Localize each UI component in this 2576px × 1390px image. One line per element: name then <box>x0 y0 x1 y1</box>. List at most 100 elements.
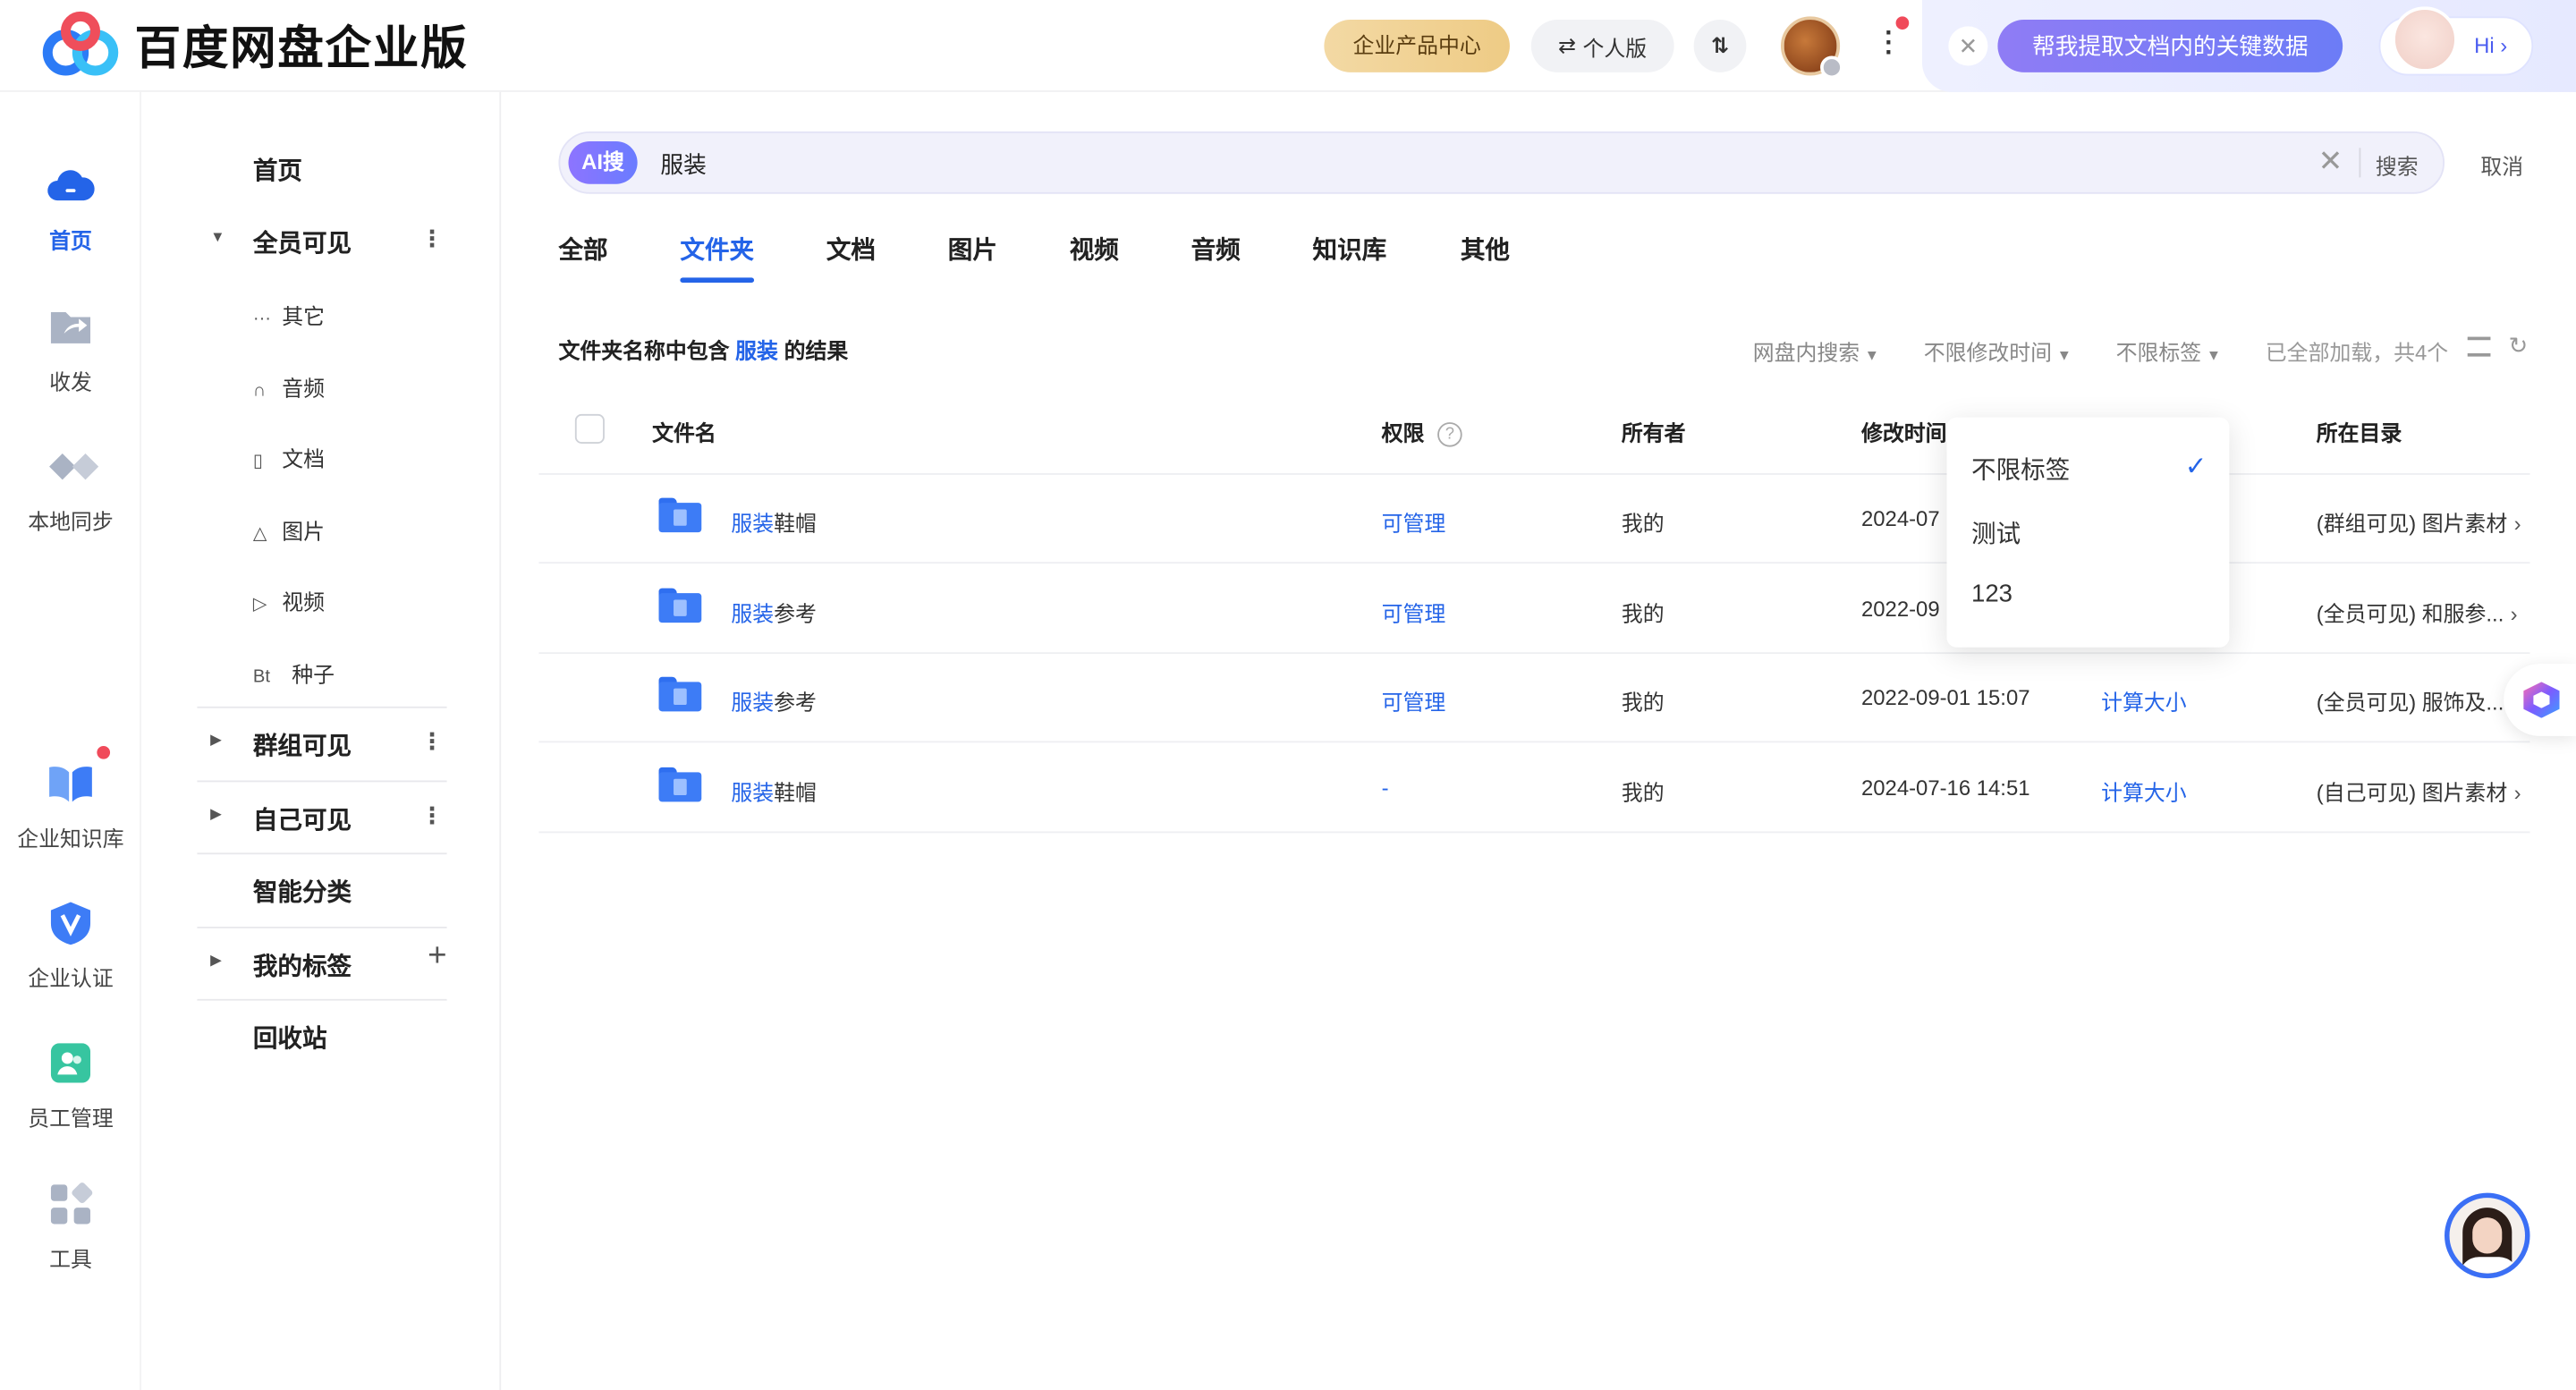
rail-item-verify[interactable]: 企业认证 <box>0 899 141 993</box>
tree-item-recycle[interactable]: 回收站 <box>197 998 447 1072</box>
column-header-name[interactable]: 文件名 <box>652 416 716 447</box>
more-vertical-icon[interactable]: · · · <box>1883 21 1896 66</box>
folder-icon <box>658 497 702 533</box>
notification-dot <box>97 745 111 759</box>
tab-knowledge[interactable]: 知识库 <box>1313 232 1387 267</box>
tree-item-self-visible[interactable]: ▶ 自己可见 ⋮ <box>197 780 447 853</box>
staff-icon <box>46 1038 95 1088</box>
file-name[interactable]: 服装参考 <box>731 685 817 716</box>
customer-service-avatar[interactable] <box>2445 1192 2530 1279</box>
user-avatar[interactable] <box>1780 16 1843 80</box>
chevron-right-icon: › <box>2510 601 2518 626</box>
chevron-right-icon: › <box>2513 780 2521 806</box>
dropdown-option-123[interactable]: 123 <box>1971 580 2012 607</box>
select-all-checkbox[interactable] <box>574 413 605 444</box>
baidu-netdisk-logo[interactable] <box>39 10 122 79</box>
folder-icon <box>658 676 702 712</box>
tree-subitem-doc[interactable]: ▯ 文档 <box>253 442 450 473</box>
tree-subitem-torrent[interactable]: Bt 种子 <box>253 657 450 689</box>
more-vertical-icon[interactable]: ⋮ <box>420 801 444 829</box>
tree-subitem-other[interactable]: ··· 其它 <box>253 299 450 330</box>
tree-item-all-visible[interactable]: ▼ 全员可见 ⋮ <box>197 206 446 278</box>
ai-search-badge[interactable]: AI搜 <box>568 140 638 184</box>
tab-all[interactable]: 全部 <box>558 232 607 267</box>
floating-app-button[interactable] <box>2504 664 2576 736</box>
permission-value[interactable]: 可管理 <box>1382 597 1446 628</box>
calculate-size-link[interactable]: 计算大小 <box>2101 776 2187 807</box>
column-header-mtime[interactable]: 修改时间 <box>1861 416 1947 447</box>
chevron-right-icon: › <box>2513 511 2521 536</box>
scope-filter[interactable]: 网盘内搜索 ▼ <box>1753 335 1879 367</box>
tree-item-home[interactable]: 首页 <box>197 133 446 206</box>
tree-subitem-video[interactable]: ▷ 视频 <box>253 585 450 616</box>
caret-right-icon[interactable]: ▶ <box>210 731 222 749</box>
directory-link[interactable]: (群组可见) 图片素材 › <box>2317 506 2521 538</box>
close-icon[interactable]: ✕ <box>1948 26 1988 66</box>
rail-item-share[interactable]: 收发 <box>0 302 141 396</box>
search-input[interactable]: 服装 <box>660 148 706 181</box>
tab-folder[interactable]: 文件夹 <box>680 232 754 267</box>
table-row[interactable]: 服装鞋帽 可管理 我的 2024-07 (群组可见) 图片素材 › <box>538 473 2530 564</box>
mtime-value: 2024-07-16 14:51 <box>1860 776 2030 801</box>
list-view-icon[interactable] <box>2467 336 2491 357</box>
dropdown-option-all-tags[interactable]: 不限标签 <box>1971 452 2070 487</box>
permission-value[interactable]: 可管理 <box>1382 506 1446 538</box>
cancel-button[interactable]: 取消 <box>2480 149 2523 181</box>
result-summary: 文件夹名称中包含 服装 的结果 <box>558 338 849 363</box>
permission-value[interactable]: - <box>1382 776 1389 801</box>
tag-filter[interactable]: 不限标签 ▼ <box>2116 335 2221 367</box>
caret-down-icon[interactable]: ▼ <box>210 228 225 244</box>
tree-subitem-audio[interactable]: ∩ 音频 <box>253 371 450 403</box>
column-header-directory[interactable]: 所在目录 <box>2317 416 2402 447</box>
personal-edition-button[interactable]: ⇄ 个人版 <box>1530 20 1674 72</box>
caret-right-icon[interactable]: ▶ <box>210 952 222 970</box>
more-vertical-icon[interactable]: ⋮ <box>420 728 444 756</box>
search-bar <box>558 131 2445 194</box>
help-icon[interactable]: ? <box>1437 422 1462 447</box>
mountain-image-icon: △ <box>252 523 267 545</box>
table-row[interactable]: 服装鞋帽 - 我的 2024-07-16 14:51 计算大小 (自己可见) 图… <box>538 742 2530 834</box>
rail-item-tools[interactable]: 工具 <box>0 1180 141 1274</box>
tree-subitem-image[interactable]: △ 图片 <box>253 514 450 546</box>
tab-audio[interactable]: 音频 <box>1191 232 1241 267</box>
file-name[interactable]: 服装鞋帽 <box>731 776 817 807</box>
directory-link[interactable]: (自己可见) 图片素材 › <box>2317 776 2521 807</box>
dropdown-option-test[interactable]: 测试 <box>1971 516 2021 551</box>
clear-icon[interactable]: ✕ <box>2318 145 2343 180</box>
tab-other[interactable]: 其他 <box>1461 232 1510 267</box>
rail-item-knowledge[interactable]: 企业知识库 <box>0 745 141 853</box>
tree-item-group-visible[interactable]: ▶ 群组可见 ⋮ <box>197 706 447 779</box>
search-button[interactable]: 搜索 <box>2376 149 2419 181</box>
assistant-mascot-icon[interactable] <box>2392 6 2458 72</box>
folder-icon <box>658 588 702 623</box>
file-name[interactable]: 服装鞋帽 <box>731 506 817 538</box>
rail-item-home[interactable]: 首页 <box>0 161 141 255</box>
permission-value[interactable]: 可管理 <box>1382 685 1446 716</box>
product-center-button[interactable]: 企业产品中心 <box>1324 20 1510 72</box>
assistant-prompt-button[interactable]: 帮我提取文档内的关键数据 <box>1997 20 2343 72</box>
table-row[interactable]: 服装参考 可管理 我的 2022-09-01 15:07 计算大小 (全员可见)… <box>538 652 2530 743</box>
tree-item-smart-category[interactable]: 智能分类 <box>197 852 447 925</box>
more-vertical-icon[interactable]: ⋮ <box>420 225 444 253</box>
file-name[interactable]: 服装参考 <box>731 597 817 628</box>
calculate-size-link[interactable]: 计算大小 <box>2101 685 2187 716</box>
dropdown-arrow-icon: ▼ <box>1864 346 1880 363</box>
add-tag-icon[interactable]: + <box>428 938 446 976</box>
directory-link[interactable]: (全员可见) 和服参... › <box>2317 597 2518 628</box>
time-filter[interactable]: 不限修改时间 ▼ <box>1924 335 2072 367</box>
table-row[interactable]: 服装参考 可管理 我的 2022-09 (全员可见) 和服参... › <box>538 564 2530 655</box>
active-tab-indicator <box>680 277 755 283</box>
mtime-value: 2022-09 <box>1860 596 1940 622</box>
column-header-owner[interactable]: 所有者 <box>1622 416 1686 447</box>
directory-link[interactable]: (全员可见) 服饰及...› <box>2317 685 2518 716</box>
tree-item-my-tags[interactable]: ▶ 我的标签 + <box>197 927 447 999</box>
rail-item-sync[interactable]: 本地同步 <box>0 442 141 536</box>
rail-label: 员工管理 <box>28 1106 114 1131</box>
caret-right-icon[interactable]: ▶ <box>210 805 222 823</box>
rail-item-staff[interactable]: 员工管理 <box>0 1038 141 1132</box>
refresh-icon[interactable]: ↻ <box>2509 332 2529 360</box>
tab-doc[interactable]: 文档 <box>826 232 876 267</box>
transfer-list-button[interactable]: ⇅ <box>1693 20 1747 72</box>
tab-image[interactable]: 图片 <box>948 232 997 267</box>
tab-video[interactable]: 视频 <box>1070 232 1119 267</box>
